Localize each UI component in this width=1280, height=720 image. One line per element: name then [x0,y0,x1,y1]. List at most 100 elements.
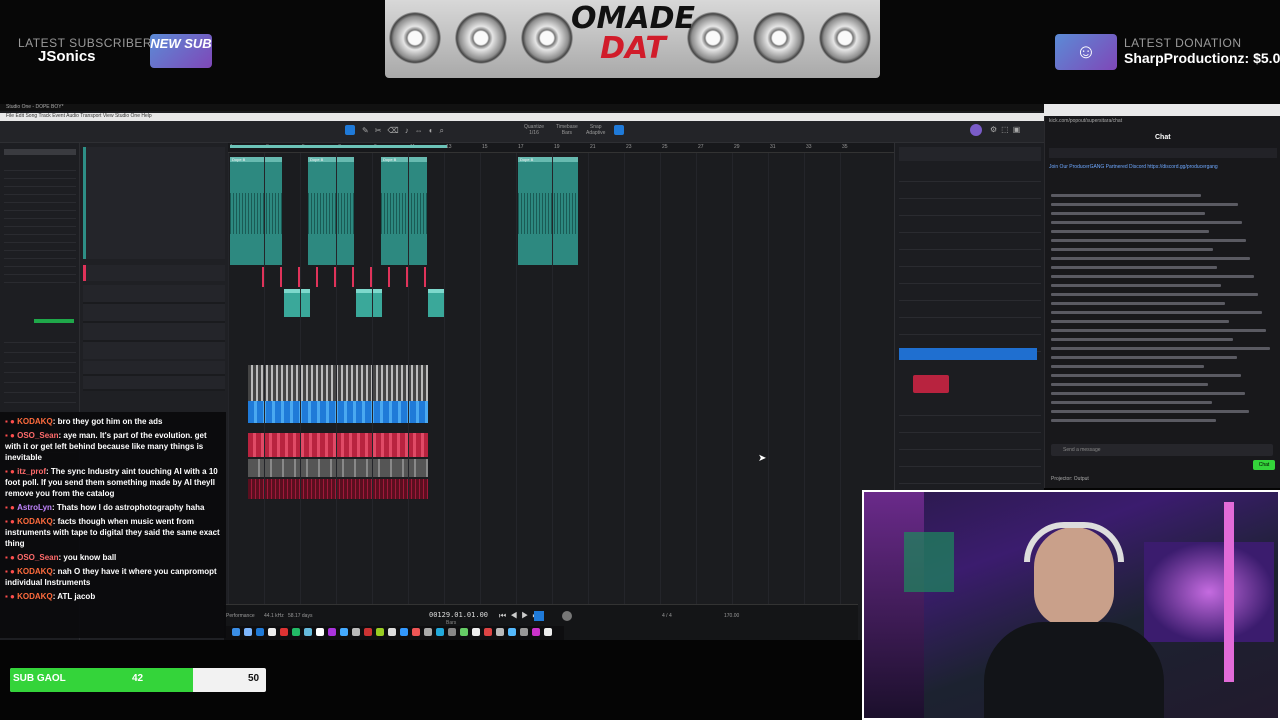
taskbar-app-icon[interactable] [352,628,360,636]
menu-transport[interactable]: Transport [80,113,101,119]
chat-username[interactable]: itz_prof [17,467,46,476]
instrument-clip-blue[interactable] [248,401,428,423]
chat-username[interactable]: KODAKQ [17,567,53,576]
menu-song[interactable]: Song [25,113,37,119]
window-controls[interactable]: ⚙⬚▣ [990,125,1024,134]
menu-audio[interactable]: Audio [66,113,79,119]
taskbar-app-icon[interactable] [520,628,528,636]
ruler-tick: 25 [662,144,668,150]
audio-clip[interactable]: Dope B [381,157,427,265]
taskbar-app-icon[interactable] [304,628,312,636]
chat-username[interactable]: OSO_Sean [17,553,58,562]
taskbar-app-icon[interactable] [256,628,264,636]
chat-input[interactable]: Send a message [1051,444,1273,456]
audio-clip[interactable]: Dope B [230,157,282,265]
user-avatar[interactable] [970,124,982,136]
taskbar-app-icon[interactable] [328,628,336,636]
midi-note[interactable] [388,267,390,287]
speaker-icon [455,12,507,64]
arrow-tool-icon[interactable] [345,125,355,135]
browser-list-lower[interactable] [899,399,1041,499]
track-header-sample-chop[interactable] [83,265,225,281]
taskbar-app-icon[interactable] [448,628,456,636]
menu-track[interactable]: Track [38,113,50,119]
chat-line [1051,221,1242,224]
taskbar-app-icon[interactable] [424,628,432,636]
chat-username[interactable]: AstroLyn [17,503,52,512]
browser-selected-item[interactable] [899,348,1037,360]
taskbar-app-icon[interactable] [316,628,324,636]
menu-edit[interactable]: Edit [15,113,24,119]
audio-clip-small[interactable] [356,289,382,317]
instrument-clip-grey[interactable] [248,459,428,477]
instrument-clip-red[interactable] [248,433,428,457]
taskbar-app-icon[interactable] [436,628,444,636]
menu-studio-one[interactable]: Studio One [115,113,140,119]
taskbar-app-icon[interactable] [268,628,276,636]
taskbar-app-icon[interactable] [472,628,480,636]
taskbar-app-icon[interactable] [244,628,252,636]
taskbar-app-icon[interactable] [340,628,348,636]
audio-clip[interactable]: Dope B [518,157,578,265]
taskbar-app-icon[interactable] [232,628,240,636]
chat-username[interactable]: KODAKQ [17,417,53,426]
menu-help[interactable]: Help [141,113,151,119]
taskbar-app-icon[interactable] [544,628,552,636]
chat-top-chatters [1049,148,1277,158]
quantize-control[interactable]: Quantize 1/16 [524,124,544,136]
taskbar-app-icon[interactable] [364,628,372,636]
menu-view[interactable]: View [103,113,114,119]
chat-line [1051,239,1246,242]
taskbar-app-icon[interactable] [388,628,396,636]
track-header-instruments[interactable] [83,361,225,391]
taskbar-app-icon[interactable] [460,628,468,636]
taskbar-app-icon[interactable] [400,628,408,636]
taskbar-app-icon[interactable] [376,628,384,636]
taskbar-app-icon[interactable] [280,628,288,636]
record-button[interactable] [562,611,572,621]
transport-time[interactable]: 00129.01.01.00 [429,611,488,619]
audio-clip-small[interactable] [284,289,310,317]
play-button[interactable] [534,611,544,621]
edit-tools[interactable]: ✎✂⌫♪⇔◐⌕ [362,126,450,136]
tempo[interactable]: 170.00 [724,613,739,619]
time-signature[interactable]: 4 / 4 [662,613,672,619]
pinned-message[interactable]: Join Our ProducerGANG Partnered Discord … [1049,164,1259,171]
menu-event[interactable]: Event [52,113,65,119]
audio-clip-small[interactable] [428,289,444,317]
snap-control[interactable]: Snap Adaptive [586,124,605,136]
grid-line [372,153,373,608]
taskbar-app-icon[interactable] [496,628,504,636]
browser-list[interactable] [899,165,1041,355]
browser-tabs[interactable] [899,147,1041,161]
taskbar-app-icon[interactable] [484,628,492,636]
loop-range[interactable] [230,145,447,148]
ruler-tick: 31 [770,144,776,150]
midi-note[interactable] [316,267,318,287]
chat-send-button[interactable]: Chat [1253,460,1275,470]
kick-chat-window: kick.com/popout/supersitara/chat Chat Jo… [1044,116,1280,488]
timebase-control[interactable]: Timebase Bars [556,124,578,136]
track-header-group[interactable] [83,285,225,359]
taskbar-app-icon[interactable] [508,628,516,636]
instrument-clip-dark-red[interactable] [248,479,428,499]
midi-note[interactable] [280,267,282,287]
taskbar-app-icon[interactable] [292,628,300,636]
midi-note[interactable] [424,267,426,287]
audio-clip[interactable]: Dope B [308,157,354,265]
chat-username[interactable]: KODAKQ [17,517,53,526]
chat-username[interactable]: OSO_Sean [17,431,58,440]
chat-url[interactable]: kick.com/popout/supersitara/chat [1049,118,1122,124]
new-sub-badge: NEW SUB [150,34,212,68]
ruler-tick: 15 [482,144,488,150]
menu-file[interactable]: File [6,113,14,119]
taskbar-app-icon[interactable] [532,628,540,636]
midi-note[interactable] [352,267,354,287]
snap-toggle-icon[interactable] [614,125,624,135]
track-header-sample-main[interactable] [83,147,225,259]
taskbar-app-icon[interactable] [412,628,420,636]
grid-line [660,153,661,608]
arrangement-view[interactable]: 1357911131517192123252729313335 Dope B D… [228,143,894,608]
chop-midi-track[interactable] [258,267,438,289]
chat-username[interactable]: KODAKQ [17,592,53,601]
